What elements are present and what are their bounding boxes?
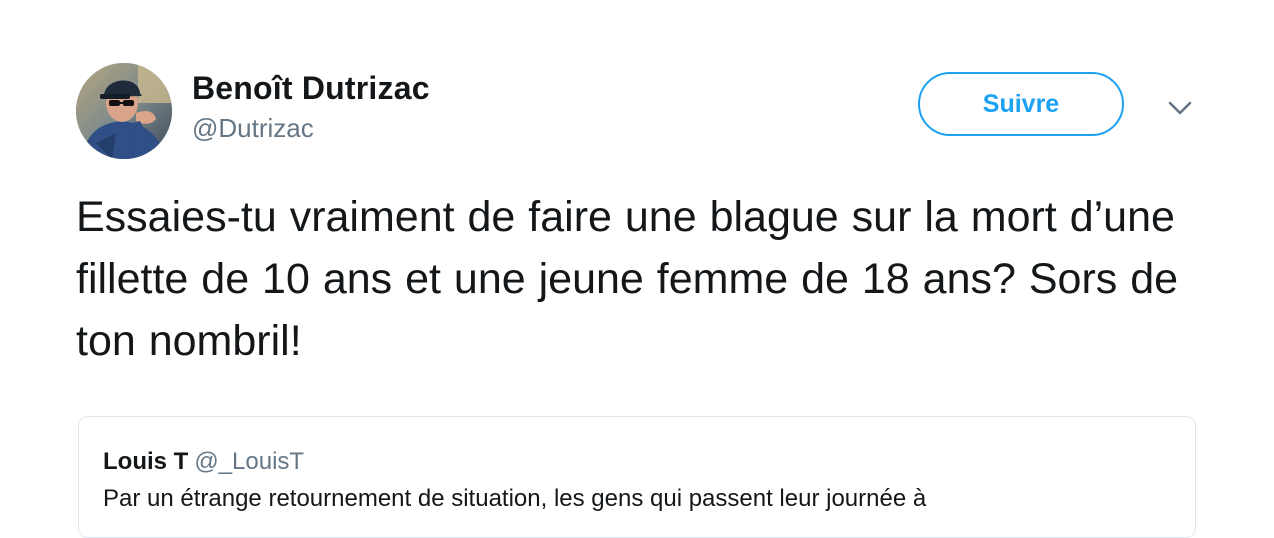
- quoted-tweet[interactable]: Louis T @_LouisT Par un étrange retournem…: [78, 416, 1196, 538]
- avatar-image: [76, 63, 172, 159]
- tweet-text: Essaies-tu vraiment de faire une blague …: [76, 193, 1179, 365]
- quoted-author-handle: @_LouisT: [194, 448, 305, 475]
- chevron-down-icon: [1168, 101, 1192, 115]
- quoted-tweet-text: Par un étrange retournement de situation…: [103, 485, 927, 512]
- tweet-menu-button[interactable]: [1162, 92, 1198, 124]
- author-handle[interactable]: @Dutrizac: [192, 113, 314, 144]
- quoted-author-name: Louis T: [103, 448, 189, 475]
- author-avatar[interactable]: [76, 63, 172, 159]
- quoted-tweet-header: Louis T @_LouisT: [103, 448, 304, 476]
- tweet-card: Benoît Dutrizac @Dutrizac Suivre Essaies…: [0, 0, 1274, 538]
- follow-button[interactable]: Suivre: [918, 72, 1124, 136]
- author-name[interactable]: Benoît Dutrizac: [192, 70, 430, 107]
